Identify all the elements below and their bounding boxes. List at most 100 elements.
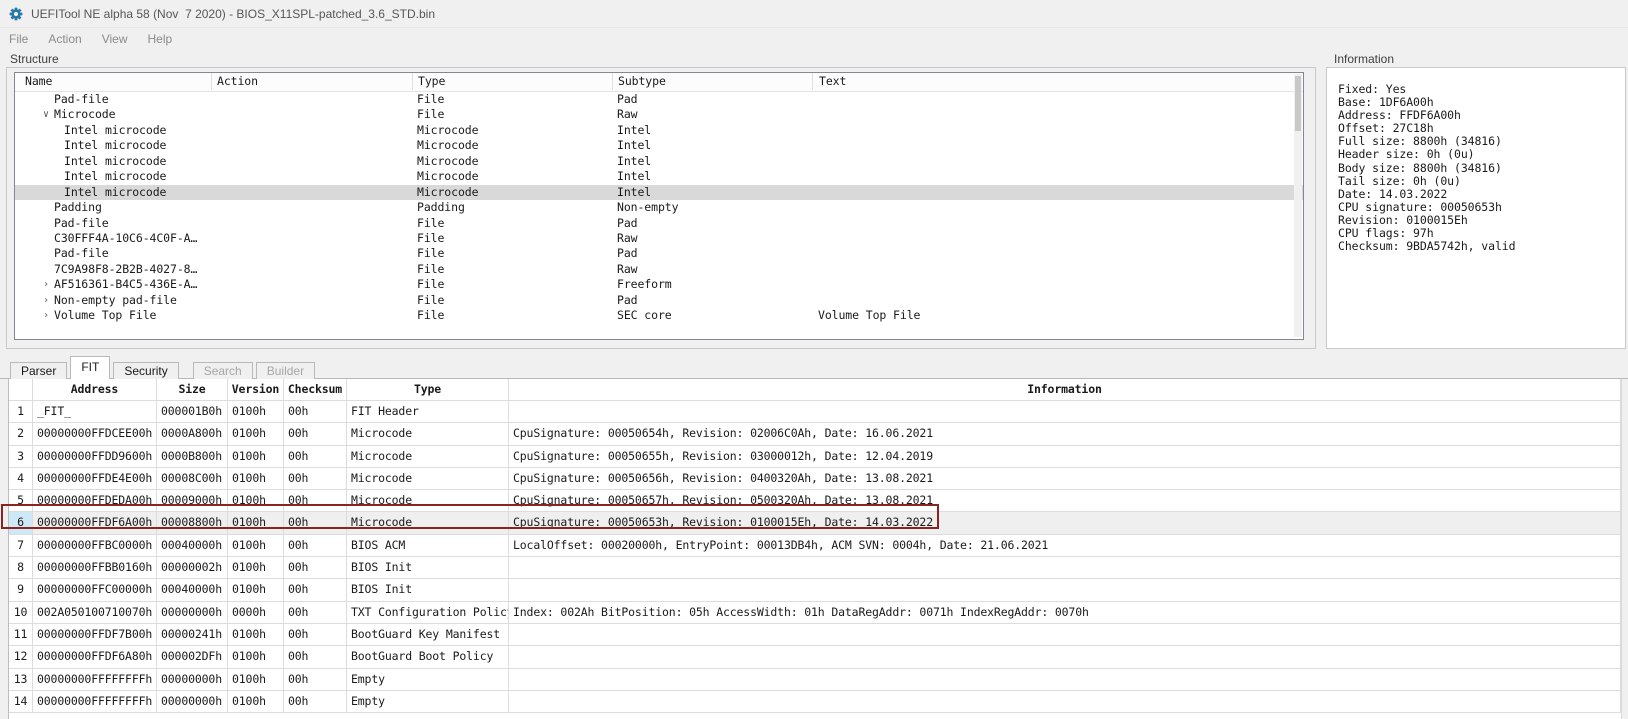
fit-cell-version: 0100h (228, 668, 284, 690)
tree-expander-icon[interactable]: › (39, 277, 53, 292)
fit-cell-rownum: 6 (9, 512, 33, 534)
fit-cell-information (509, 646, 1621, 668)
tree-cell-type: File (417, 277, 445, 292)
fit-table-row[interactable]: 1 _FIT_ 000001B0h 0100h 00h FIT Header (9, 401, 1621, 424)
fit-column-checksum[interactable]: Checksum (284, 379, 347, 400)
tree-row[interactable]: Pad-file File Pad (15, 216, 1303, 231)
tree-column-action[interactable]: Action (211, 73, 258, 90)
fit-column-type[interactable]: Type (347, 379, 509, 400)
fit-cell-address: 00000000FFDE4E00h (33, 467, 157, 490)
tree-column-subtype[interactable]: Subtype (612, 73, 666, 90)
tree-expander-icon[interactable]: › (39, 308, 53, 323)
fit-column-version[interactable]: Version (228, 379, 284, 400)
tree-cell-name: Intel microcode (64, 122, 167, 137)
fit-table-row[interactable]: 8 00000000FFBB0160h 00000002h 0100h 00h … (9, 557, 1621, 580)
fit-column-information[interactable]: Information (509, 379, 1621, 400)
tree-cell-type: File (417, 292, 445, 307)
window-title: UEFITool NE alpha 58 (Nov 7 2020) - BIOS… (31, 6, 435, 21)
fit-cell-checksum: 00h (284, 557, 347, 579)
menu-action[interactable]: Action (38, 29, 91, 49)
fit-cell-address: 00000000FFBC0000h (33, 534, 157, 557)
title-bar: UEFITool NE alpha 58 (Nov 7 2020) - BIOS… (0, 0, 1628, 28)
fit-cell-version: 0100h (228, 557, 284, 579)
fit-table-row[interactable]: 13 00000000FFFFFFFFh 00000000h 0100h 00h… (9, 668, 1621, 691)
tree-column-text[interactable]: Text (812, 73, 846, 90)
fit-table-row[interactable]: 14 00000000FFFFFFFFh 00000000h 0100h 00h… (9, 690, 1621, 714)
tree-row[interactable]: 7C9A98F8-2B2B-4027-8… File Raw (15, 262, 1303, 277)
fit-cell-information (509, 623, 1621, 646)
fit-cell-checksum: 00h (284, 534, 347, 557)
tree-cell-name: Non-empty pad-file (54, 292, 177, 307)
fit-cell-size: 00000002h (157, 557, 228, 579)
fit-cell-rownum: 12 (9, 646, 33, 668)
fit-cell-information: CpuSignature: 00050657h, Revision: 05003… (509, 490, 1621, 512)
fit-cell-size: 00000000h (157, 668, 228, 690)
fit-cell-rownum: 13 (9, 668, 33, 690)
tree-row[interactable]: Intel microcode Microcode Intel (15, 123, 1303, 138)
tree-column-name[interactable]: Name (15, 73, 52, 90)
tree-cell-subtype: Intel (617, 153, 652, 168)
tree-row[interactable]: Intel microcode Microcode Intel (15, 169, 1303, 184)
tree-expander-icon[interactable]: › (39, 293, 53, 308)
tree-row[interactable]: ∨ Microcode File Raw (15, 107, 1303, 122)
fit-table-row[interactable]: 3 00000000FFDD9600h 0000B800h 0100h 00h … (9, 445, 1621, 468)
fit-table-row[interactable]: 9 00000000FFC00000h 00040000h 0100h 00h … (9, 579, 1621, 602)
fit-cell-information (509, 690, 1621, 713)
fit-cell-type: Microcode (347, 467, 509, 490)
fit-column-rownum[interactable] (9, 379, 33, 400)
fit-cell-version: 0100h (228, 490, 284, 512)
menu-file[interactable]: File (0, 29, 38, 49)
fit-cell-type: BootGuard Key Manifest (347, 623, 509, 646)
fit-column-address[interactable]: Address (33, 379, 157, 400)
fit-table-row[interactable]: 7 00000000FFBC0000h 00040000h 0100h 00h … (9, 534, 1621, 558)
fit-table-row[interactable]: 6 00000000FFDF6A00h 00008800h 0100h 00h … (9, 512, 1621, 535)
menu-help[interactable]: Help (138, 29, 183, 49)
fit-table-row[interactable]: 10 002A050100710070h 00000000h 0000h 00h… (9, 601, 1621, 624)
fit-column-size[interactable]: Size (157, 379, 228, 400)
tree-scrollbar-thumb[interactable] (1295, 76, 1301, 131)
tree-row[interactable]: Intel microcode Microcode Intel (15, 154, 1303, 169)
tab-parser[interactable]: Parser (10, 362, 68, 379)
tree-cell-subtype: Intel (617, 184, 652, 199)
tree-cell-subtype: Pad (617, 92, 638, 106)
tree-row[interactable]: › Non-empty pad-file File Pad (15, 293, 1303, 308)
tree-row[interactable]: C30FFF4A-10C6-4C0F-A… File Raw (15, 231, 1303, 246)
tab-fit[interactable]: FIT (70, 356, 111, 379)
fit-cell-size: 0000B800h (157, 445, 228, 467)
fit-cell-information: CpuSignature: 00050656h, Revision: 04003… (509, 467, 1621, 490)
tree-cell-name: Intel microcode (64, 153, 167, 168)
fit-cell-address: 00000000FFC00000h (33, 579, 157, 601)
fit-table-rows: 1 _FIT_ 000001B0h 0100h 00h FIT Header 2… (9, 401, 1621, 714)
tab-security[interactable]: Security (113, 362, 179, 379)
fit-table-row[interactable]: 11 00000000FFDF7B00h 00000241h 0100h 00h… (9, 623, 1621, 647)
tree-scrollbar[interactable] (1294, 74, 1302, 337)
tree-column-type[interactable]: Type (412, 73, 445, 90)
tree-expander-icon[interactable]: ∨ (39, 107, 53, 122)
fit-cell-version: 0100h (228, 623, 284, 646)
fit-cell-version: 0100h (228, 467, 284, 490)
tree-cell-name: Pad-file (54, 92, 109, 106)
tree-row[interactable]: Padding Padding Non-empty (15, 200, 1303, 215)
fit-cell-information (509, 401, 1621, 423)
tree-row[interactable]: › Volume Top File File SEC core Volume T… (15, 308, 1303, 323)
fit-table-row[interactable]: 12 00000000FFDF6A80h 000002DFh 0100h 00h… (9, 646, 1621, 669)
structure-tree-rows: Pad-file File Pad ∨ Microcode File Raw I… (15, 92, 1303, 324)
fit-cell-address: 00000000FFDEDA00h (33, 490, 157, 512)
fit-table-row[interactable]: 4 00000000FFDE4E00h 00008C00h 0100h 00h … (9, 467, 1621, 491)
fit-table-row[interactable]: 5 00000000FFDEDA00h 00009000h 0100h 00h … (9, 490, 1621, 513)
tree-row[interactable]: Intel microcode Microcode Intel (15, 184, 1303, 201)
tree-row[interactable]: Pad-file File Pad (15, 246, 1303, 261)
fit-table-row[interactable]: 2 00000000FFDCEE00h 0000A800h 0100h 00h … (9, 423, 1621, 446)
tree-cell-name: Intel microcode (64, 169, 167, 184)
tree-cell-text: Volume Top File (818, 308, 921, 323)
tree-cell-name: Pad-file (54, 215, 109, 230)
tree-row[interactable]: Pad-file File Pad (15, 92, 1303, 107)
tree-cell-type: Microcode (417, 184, 479, 199)
fit-cell-version: 0100h (228, 646, 284, 668)
fit-cell-checksum: 00h (284, 601, 347, 623)
tree-row[interactable]: Intel microcode Microcode Intel (15, 138, 1303, 153)
fit-cell-rownum: 5 (9, 490, 33, 512)
fit-cell-rownum: 14 (9, 690, 33, 713)
tree-row[interactable]: › AF516361-B4C5-436E-A… File Freeform (15, 277, 1303, 292)
menu-view[interactable]: View (92, 29, 138, 49)
